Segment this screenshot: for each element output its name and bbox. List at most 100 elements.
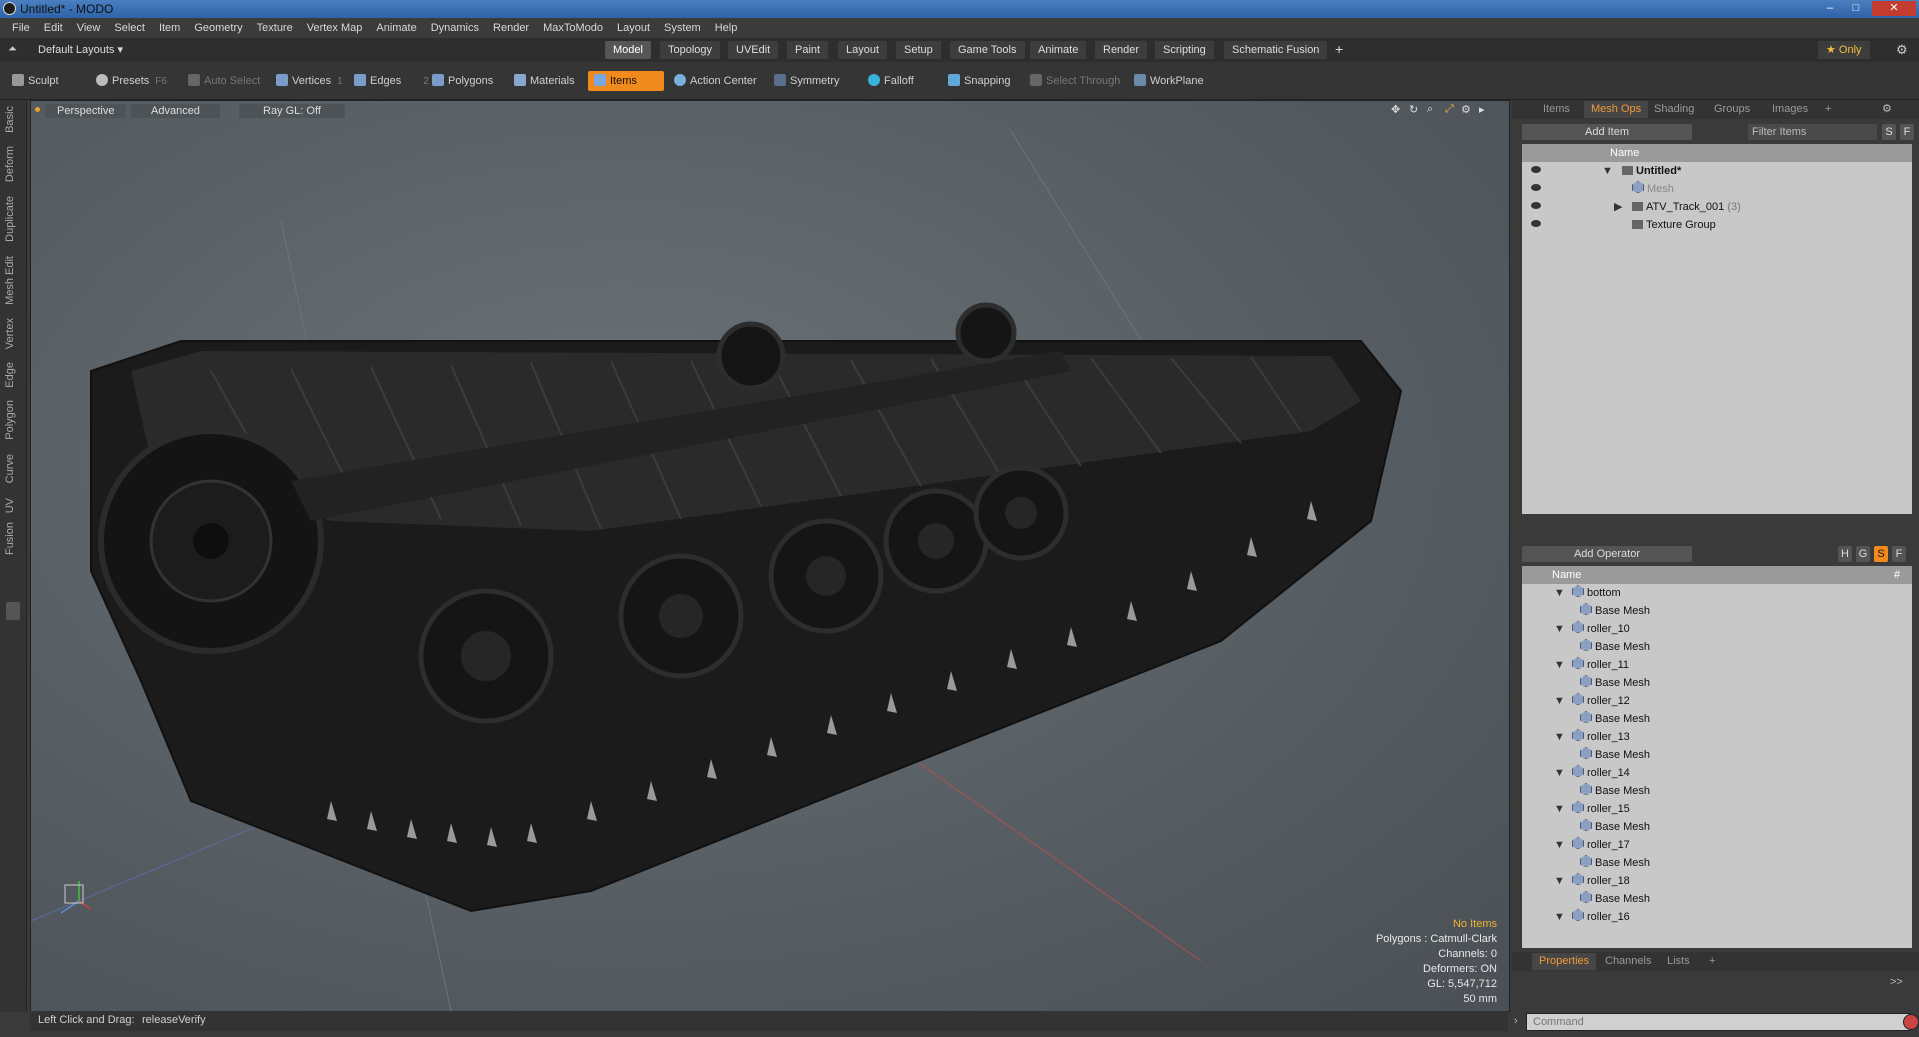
list-item[interactable]: Base Mesh [1522,602,1912,620]
tab-paint[interactable]: Paint [787,41,829,59]
list-item[interactable]: Texture Group [1522,216,1912,234]
eye-icon[interactable] [1531,184,1541,191]
default-layouts-dropdown[interactable]: Default Layouts ▾ [38,43,123,56]
list-item[interactable]: ▼ bottom [1522,584,1912,602]
record-icon[interactable] [1903,1014,1919,1030]
tab-curve[interactable]: Curve [4,454,16,483]
tab-properties[interactable]: Properties [1532,953,1597,970]
tab-topology[interactable]: Topology [660,41,721,59]
tab-lists[interactable]: Lists [1660,953,1697,970]
expand-triangle-icon[interactable]: ▼ [1554,728,1565,746]
menu-edit[interactable]: Edit [37,18,70,38]
menu-maxtomodo[interactable]: MaxToModo [536,18,610,38]
only-toggle[interactable]: ★ Only [1818,41,1870,59]
auto-select-button[interactable]: Auto Select [182,71,266,91]
list-item[interactable]: Base Mesh [1522,710,1912,728]
expand-triangle-icon[interactable]: ▼ [1554,872,1565,890]
list-item[interactable]: ▼ roller_13 [1522,728,1912,746]
list-item[interactable]: ▼ Untitled* [1522,162,1912,180]
eye-icon[interactable] [1531,220,1541,227]
list-item[interactable]: Base Mesh [1522,890,1912,908]
expand-triangle-icon[interactable]: ▼ [1554,800,1565,818]
tab-setup[interactable]: Setup [896,41,941,59]
symmetry-button[interactable]: Symmetry [768,71,846,91]
sidebar-toggle[interactable] [6,602,20,620]
select-through-button[interactable]: Select Through [1024,71,1126,91]
tab-duplicate[interactable]: Duplicate [4,196,16,242]
op-f-button[interactable]: F [1892,546,1906,562]
add-panel-tab[interactable]: + [1818,101,1838,118]
expand-triangle-icon[interactable]: ▼ [1554,836,1565,854]
list-item[interactable]: ▼ roller_12 [1522,692,1912,710]
list-item[interactable]: ▼ roller_10 [1522,620,1912,638]
list-item[interactable]: Base Mesh [1522,818,1912,836]
list-item[interactable]: ▶ ATV_Track_001 (3) [1522,198,1912,216]
tab-polygon[interactable]: Polygon [4,400,16,440]
tab-mesh-edit[interactable]: Mesh Edit [4,256,16,305]
tab-layout[interactable]: Layout [838,41,888,59]
menu-item[interactable]: Item [152,18,187,38]
menu-file[interactable]: File [5,18,37,38]
menu-texture[interactable]: Texture [250,18,300,38]
list-item[interactable]: Base Mesh [1522,674,1912,692]
add-tab-button[interactable]: + [1335,41,1343,57]
menu-system[interactable]: System [657,18,708,38]
minimize-button[interactable]: – [1818,1,1842,16]
list-item[interactable]: Base Mesh [1522,854,1912,872]
tab-images[interactable]: Images [1765,101,1815,118]
tab-channels[interactable]: Channels [1598,953,1658,970]
presets-button[interactable]: Presets F6 [90,71,173,91]
expand-triangle-icon[interactable]: ▼ [1554,584,1565,602]
expand-triangle-icon[interactable]: ▼ [1554,908,1565,926]
op-s-button[interactable]: S [1874,546,1888,562]
collapse-icon[interactable]: ⏶ [8,43,17,56]
materials-button[interactable]: Materials [508,71,581,91]
sculpt-button[interactable]: Sculpt [6,71,65,91]
menu-view[interactable]: View [70,18,108,38]
expand-triangle-icon[interactable]: ▼ [1554,656,1565,674]
menu-render[interactable]: Render [486,18,536,38]
add-operator-dropdown[interactable]: Add Operator [1522,546,1692,562]
menu-layout[interactable]: Layout [610,18,657,38]
tab-shading[interactable]: Shading [1647,101,1701,118]
tab-edge[interactable]: Edge [4,362,16,388]
expand-triangle-icon[interactable]: ▼ [1602,162,1613,180]
menu-animate[interactable]: Animate [369,18,423,38]
filter-items-input[interactable]: Filter Items [1748,124,1877,140]
add-properties-tab[interactable]: + [1702,953,1722,970]
tab-scripting[interactable]: Scripting [1155,41,1214,59]
items-button[interactable]: Items [588,71,664,91]
tab-items[interactable]: Items [1536,101,1577,118]
eye-icon[interactable] [1531,202,1541,209]
expand-triangle-icon[interactable]: ▼ [1554,764,1565,782]
tab-uv[interactable]: UV [4,498,16,513]
list-item[interactable]: ▼ roller_15 [1522,800,1912,818]
list-item[interactable]: ▼ roller_18 [1522,872,1912,890]
tab-uvedit[interactable]: UVEdit [728,41,779,59]
list-item[interactable]: Mesh [1522,180,1912,198]
list-item[interactable]: Base Mesh [1522,746,1912,764]
expand-button[interactable]: >> [1890,976,1903,988]
workplane-button[interactable]: WorkPlane [1128,71,1210,91]
eye-icon[interactable] [1531,166,1541,173]
snapping-button[interactable]: Snapping [942,71,1017,91]
tab-render[interactable]: Render [1095,41,1148,59]
op-h-button[interactable]: H [1838,546,1852,562]
tab-deform[interactable]: Deform [4,146,16,182]
collapse-triangle-icon[interactable]: ▶ [1614,198,1622,216]
polygons-button[interactable]: Polygons [426,71,499,91]
gear-icon[interactable]: ⚙ [1896,42,1908,58]
3d-viewport[interactable]: Perspective Advanced Ray GL: Off ✥ ↻ ⌕ ⤢… [30,100,1510,1012]
list-item[interactable]: ▼ roller_14 [1522,764,1912,782]
list-item[interactable]: Base Mesh [1522,782,1912,800]
tab-fusion[interactable]: Fusion [4,522,16,555]
falloff-button[interactable]: Falloff [862,71,920,91]
tab-model[interactable]: Model [605,41,651,59]
expand-triangle-icon[interactable]: ▼ [1554,692,1565,710]
op-g-button[interactable]: G [1856,546,1870,562]
menu-dynamics[interactable]: Dynamics [424,18,486,38]
tab-mesh-ops[interactable]: Mesh Ops [1584,101,1649,118]
list-item[interactable]: ▼ roller_16 [1522,908,1912,926]
filter-s-button[interactable]: S [1882,124,1896,140]
menu-vertex-map[interactable]: Vertex Map [300,18,370,38]
